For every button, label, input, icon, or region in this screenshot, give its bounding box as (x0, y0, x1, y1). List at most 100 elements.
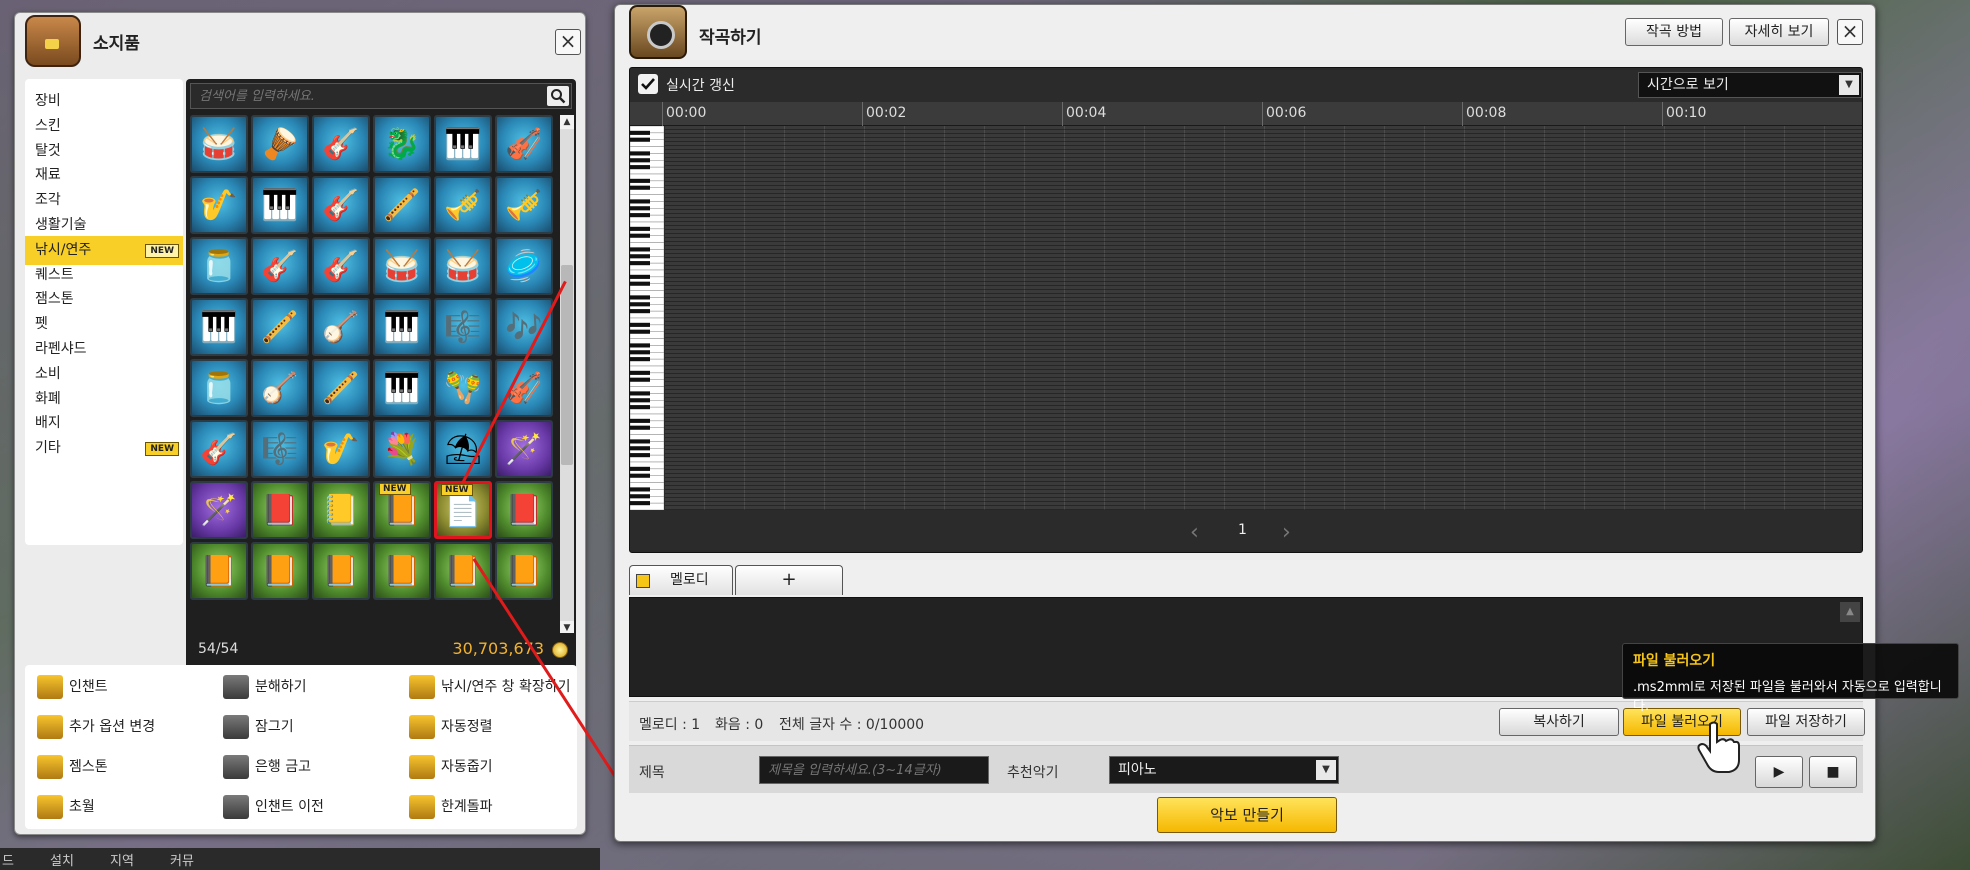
inventory-slot[interactable]: 🥁 (373, 237, 431, 295)
inventory-slot[interactable]: 📙 NEW (373, 481, 431, 539)
composer-window: 작곡하기 작곡 방법 자세히 보기 × 실시간 갱신 시간으로 보기 ▼ 00:… (614, 4, 1876, 842)
inventory-slot[interactable]: 📙 (373, 542, 431, 600)
scroll-thumb[interactable] (561, 265, 573, 465)
inventory-slot[interactable]: 🪄 (190, 481, 248, 539)
inventory-slot[interactable]: 🪈 (312, 359, 370, 417)
inventory-search-input[interactable] (191, 84, 543, 108)
inventory-action[interactable]: 분해하기 (215, 669, 395, 705)
inventory-slot[interactable]: 🎸 (190, 420, 248, 478)
inventory-action[interactable]: 낚시/연주 창 확장하기 (401, 669, 581, 705)
black-key (630, 405, 650, 410)
inventory-action[interactable]: 자동줍기 (401, 749, 581, 785)
inventory-slot[interactable]: 🎷 (312, 420, 370, 478)
inventory-slot[interactable]: 🎼 (434, 298, 492, 356)
inventory-slot[interactable]: 🪈 (251, 298, 309, 356)
bottom-hud-tab[interactable]: 지역 (110, 850, 134, 869)
inventory-slot[interactable]: 🎶 (495, 298, 553, 356)
inventory-slot[interactable]: 🎹 (190, 298, 248, 356)
inventory-slot[interactable]: 🐉 (373, 115, 431, 173)
search-icon[interactable] (547, 86, 569, 106)
inventory-slot[interactable]: 🥁 (190, 115, 248, 173)
sheet-piano-5-icon: 📙 (505, 554, 543, 589)
instrument-select[interactable]: 피아노 ▼ (1109, 756, 1339, 784)
tab-melody[interactable]: 멜로디 (629, 565, 733, 595)
inventory-action[interactable]: 인챈트 이전 (215, 789, 395, 825)
inventory-slot[interactable]: 🪈 (373, 176, 431, 234)
inventory-slot[interactable]: 🎸 (312, 176, 370, 234)
note-grid[interactable] (665, 126, 1862, 510)
piano-keys[interactable] (629, 125, 665, 511)
inventory-slot[interactable]: 🎺 (434, 176, 492, 234)
inventory-slot[interactable]: 🪇 (434, 359, 492, 417)
view-mode-select[interactable]: 시간으로 보기 ▼ (1638, 72, 1862, 98)
inventory-slot[interactable]: 📕 (251, 481, 309, 539)
inventory-slot[interactable]: 🎹 (251, 176, 309, 234)
bottom-hud-tab[interactable]: 설치 (50, 850, 74, 869)
inventory-action[interactable]: 자동정렬 (401, 709, 581, 745)
inventory-scrollbar[interactable]: ▲ ▼ (560, 115, 574, 635)
inventory-close-button[interactable]: × (555, 29, 581, 55)
mml-scroll-up-icon[interactable]: ▲ (1840, 602, 1860, 622)
inventory-action-label: 인챈트 이전 (255, 799, 324, 815)
new-badge: NEW (379, 483, 411, 495)
timeline-divider (1462, 102, 1463, 126)
inventory-slot[interactable]: 🫙 (190, 359, 248, 417)
inventory-slot[interactable]: 🎹 (373, 359, 431, 417)
realtime-update-checkbox[interactable] (638, 74, 658, 94)
category-item[interactable]: 기타 NEW (25, 434, 183, 463)
inventory-slot[interactable]: 🪄 (495, 420, 553, 478)
play-button[interactable]: ▶ (1755, 756, 1803, 788)
option-change-trophy-icon (37, 715, 63, 739)
inventory-slot[interactable]: 🎹 (373, 298, 431, 356)
inventory-slot[interactable]: ⛱ (434, 420, 492, 478)
inventory-slot[interactable]: 🪘 (251, 115, 309, 173)
scroll-up-icon[interactable]: ▲ (560, 115, 574, 129)
inventory-slot[interactable]: 📙 (190, 542, 248, 600)
inventory-slot[interactable]: 🎸 (312, 115, 370, 173)
inventory-slot[interactable]: 📙 (312, 542, 370, 600)
inventory-slot[interactable]: 🎼 (251, 420, 309, 478)
inventory-action[interactable]: 추가 옵션 변경 (29, 709, 209, 745)
inventory-slot[interactable]: 🥁 (434, 237, 492, 295)
inventory-slot[interactable]: 🎸 (251, 237, 309, 295)
inventory-slot[interactable]: 🎷 (190, 176, 248, 234)
inventory-action[interactable]: 젬스톤 (29, 749, 209, 785)
inventory-slot[interactable]: 🪕 (312, 298, 370, 356)
inventory-slot[interactable]: 🪕 (251, 359, 309, 417)
inventory-slot[interactable]: 🎸 (312, 237, 370, 295)
transcend-icon (37, 795, 63, 819)
view-details-button[interactable]: 자세히 보기 (1729, 18, 1829, 46)
inventory-action[interactable]: 한계돌파 (401, 789, 581, 825)
inventory-header[interactable]: 소지품 × (15, 13, 585, 69)
black-key (630, 158, 650, 163)
inventory-slot[interactable]: 🫙 (190, 237, 248, 295)
stop-button[interactable]: ■ (1809, 756, 1857, 788)
song-title-input[interactable] (759, 756, 989, 784)
copy-button[interactable]: 복사하기 (1499, 708, 1619, 736)
inventory-action[interactable]: 인챈트 (29, 669, 209, 705)
inventory-search[interactable] (190, 83, 572, 109)
create-score-button[interactable]: 악보 만들기 (1157, 797, 1337, 833)
composer-close-button[interactable]: × (1837, 19, 1863, 45)
add-track-button[interactable]: + (735, 565, 843, 595)
inventory-action[interactable]: 초월 (29, 789, 209, 825)
inventory-slot[interactable]: 🎻 (495, 115, 553, 173)
inventory-slot[interactable]: 📙 (495, 542, 553, 600)
inventory-action[interactable]: 잠그기 (215, 709, 395, 745)
inventory-slot[interactable]: 🥏 (495, 237, 553, 295)
inventory-slot[interactable]: 📒 (312, 481, 370, 539)
inventory-slot[interactable]: 🎺 (495, 176, 553, 234)
bottom-hud-tab[interactable]: 드 (2, 850, 14, 869)
inventory-action[interactable]: 은행 금고 (215, 749, 395, 785)
prev-page-icon[interactable]: ‹ (1190, 520, 1199, 545)
next-page-icon[interactable]: › (1282, 520, 1291, 545)
inventory-slot[interactable]: 📙 (251, 542, 309, 600)
lock-icon (223, 715, 249, 739)
inventory-slot[interactable]: 📕 (495, 481, 553, 539)
how-to-compose-button[interactable]: 작곡 방법 (1625, 18, 1723, 46)
inventory-slot[interactable]: 📄 NEW (434, 481, 492, 539)
inventory-slot[interactable]: 🎹 (434, 115, 492, 173)
inventory-slot[interactable]: 🎻 (495, 359, 553, 417)
inventory-slot[interactable]: 💐 (373, 420, 431, 478)
bottom-hud-tab[interactable]: 커뮤 (170, 850, 194, 869)
